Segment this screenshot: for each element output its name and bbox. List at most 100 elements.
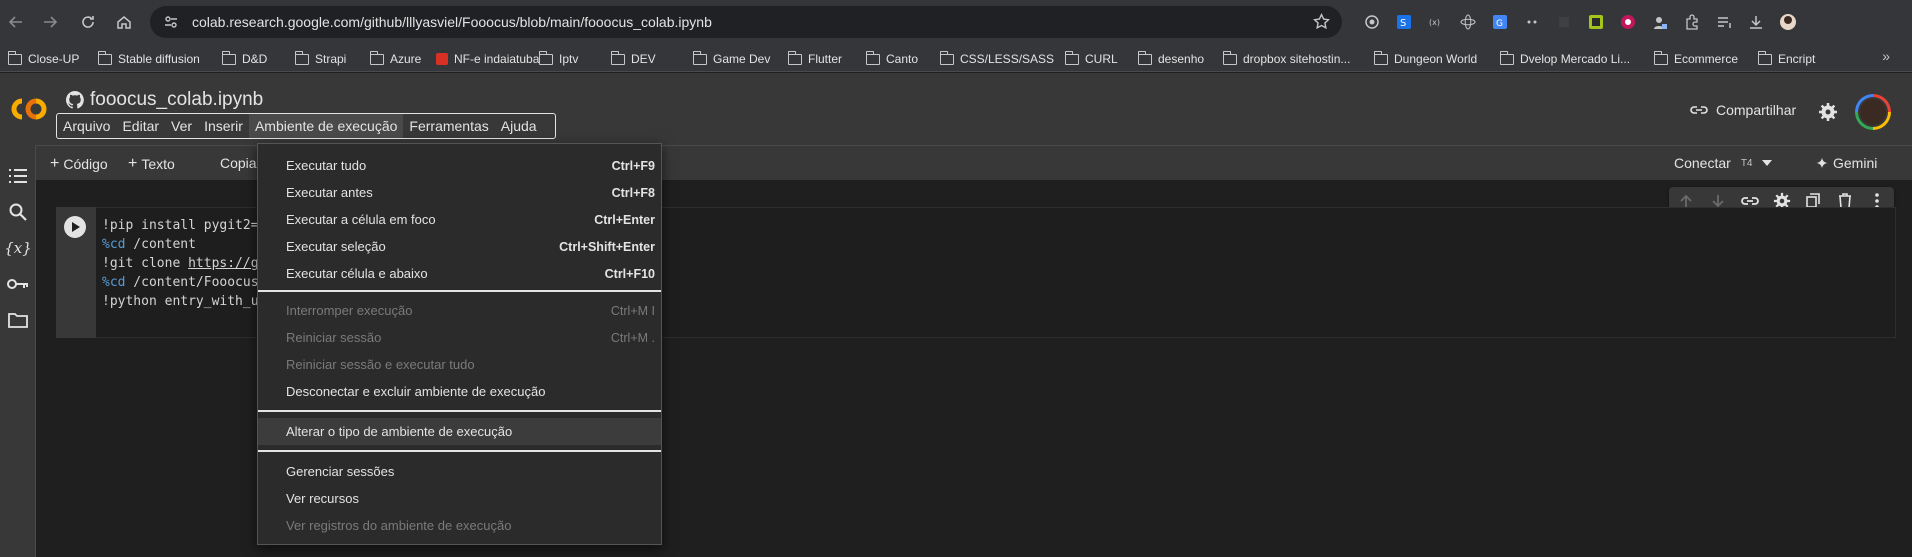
bookmark-item[interactable]: CSS/LESS/SASS xyxy=(939,50,1054,68)
folder-icon xyxy=(865,50,880,65)
menu-item-run-before[interactable]: Executar antes Ctrl+F8 xyxy=(258,179,661,206)
menu-ferramentas[interactable]: Ferramentas xyxy=(403,114,494,138)
files-folder-icon[interactable] xyxy=(4,306,32,334)
github-icon[interactable] xyxy=(66,91,84,109)
search-icon[interactable] xyxy=(4,198,32,226)
menu-item-interrupt: Interromper execução Ctrl+M I xyxy=(286,303,655,318)
colab-logo[interactable] xyxy=(8,95,50,123)
download-icon[interactable] xyxy=(1740,10,1772,34)
menu-bar: Arquivo Editar Ver Inserir Ambiente de e… xyxy=(56,113,556,139)
runtime-type-badge: T4 xyxy=(1740,157,1753,169)
bookmark-item[interactable]: desenho xyxy=(1137,50,1204,68)
menu-item-run-focused-cell[interactable]: Executar a célula em foco Ctrl+Enter xyxy=(258,206,661,233)
extensions-row: S (x) G xyxy=(1356,10,1804,34)
svg-text:S: S xyxy=(1400,18,1406,29)
bookmarks-overflow-icon[interactable]: » xyxy=(1882,48,1890,64)
bookmark-item[interactable]: Azure xyxy=(369,50,421,68)
svg-text:G: G xyxy=(1496,19,1503,29)
run-cell-button[interactable] xyxy=(64,216,86,238)
folder-icon xyxy=(610,50,625,65)
extension-flower-icon[interactable] xyxy=(1612,10,1644,34)
bookmark-item[interactable]: Stable diffusion xyxy=(97,50,200,68)
code-editor[interactable]: !pip install pygit2= %cd /content !git clo… xyxy=(102,216,259,311)
bookmark-item[interactable]: NF-e indaiatuba xyxy=(436,50,539,68)
home-icon[interactable] xyxy=(112,10,136,34)
menu-item-manage-sessions[interactable]: Gerenciar sessões xyxy=(258,458,661,485)
menu-divider xyxy=(258,410,661,412)
code-link[interactable]: https://g xyxy=(188,256,258,271)
extension-green-icon[interactable] xyxy=(1580,10,1612,34)
share-button[interactable]: Compartilhar xyxy=(1690,102,1796,118)
connect-label: Conectar xyxy=(1674,155,1731,171)
extension-target-icon[interactable] xyxy=(1356,10,1388,34)
bookmark-item[interactable]: Dungeon World xyxy=(1373,50,1477,68)
menu-editar[interactable]: Editar xyxy=(116,114,165,138)
bookmark-item[interactable]: Game Dev xyxy=(692,50,770,68)
folder-icon xyxy=(1653,50,1668,65)
menu-arquivo[interactable]: Arquivo xyxy=(57,114,116,138)
site-settings-icon[interactable] xyxy=(162,13,180,31)
copy-to-drive-button[interactable]: Copia xyxy=(220,155,257,171)
extension-s-icon[interactable]: S xyxy=(1388,10,1420,34)
extension-react-icon[interactable] xyxy=(1452,10,1484,34)
bookmark-item[interactable]: Dvelop Mercado Li... xyxy=(1499,50,1630,68)
bookmark-item[interactable]: Strapi xyxy=(294,50,346,68)
add-text-button[interactable]: + Texto xyxy=(128,155,175,173)
bookmark-item[interactable]: CURL xyxy=(1064,50,1118,68)
settings-gear-icon[interactable] xyxy=(1818,102,1838,125)
extension-dots-icon[interactable] xyxy=(1516,10,1548,34)
share-label: Compartilhar xyxy=(1716,102,1797,118)
menu-item-disconnect-and-delete[interactable]: Desconectar e excluir ambiente de execuç… xyxy=(258,378,661,405)
profile-avatar-icon[interactable] xyxy=(1772,10,1804,34)
play-icon xyxy=(72,222,80,232)
reading-list-icon[interactable] xyxy=(1708,10,1740,34)
back-icon[interactable] xyxy=(4,10,28,34)
bookmark-item[interactable]: Ecommerce xyxy=(1653,50,1738,68)
bookmark-item[interactable]: Encript xyxy=(1757,50,1815,68)
folder-icon xyxy=(692,50,707,65)
account-avatar[interactable] xyxy=(1855,94,1891,130)
menu-item-run-cell-and-below[interactable]: Executar célula e abaixo Ctrl+F10 xyxy=(258,260,661,287)
menu-item-run-all[interactable]: Executar tudo Ctrl+F9 xyxy=(258,152,661,179)
bookmark-item[interactable]: Iptv xyxy=(538,50,578,68)
table-of-contents-icon[interactable] xyxy=(4,162,32,190)
secrets-key-icon[interactable] xyxy=(4,270,32,298)
extension-translate-icon[interactable]: G xyxy=(1484,10,1516,34)
extension-user-icon[interactable] xyxy=(1644,10,1676,34)
forward-icon[interactable] xyxy=(38,10,62,34)
menu-item-view-runtime-logs: Ver registros do ambiente de execução xyxy=(286,518,512,533)
folder-icon xyxy=(1373,50,1388,65)
address-bar[interactable]: colab.research.google.com/github/lllyasv… xyxy=(150,6,1342,38)
variables-icon[interactable]: {x} xyxy=(4,234,32,262)
menu-divider xyxy=(258,450,661,452)
menu-ver[interactable]: Ver xyxy=(165,114,198,138)
menu-item-change-runtime-type[interactable]: Alterar o tipo de ambiente de execução xyxy=(258,418,661,445)
notebook-title-row: fooocus_colab.ipynb xyxy=(66,89,263,111)
add-code-button[interactable]: + Código xyxy=(50,155,108,173)
bookmark-item[interactable]: Canto xyxy=(865,50,918,68)
connect-button[interactable]: Conectar T4 xyxy=(1674,155,1773,171)
folder-icon xyxy=(369,50,384,65)
menu-item-view-resources[interactable]: Ver recursos xyxy=(258,485,661,512)
menu-inserir[interactable]: Inserir xyxy=(198,114,249,138)
code-line: !git clone https://g xyxy=(102,256,259,271)
reload-icon[interactable] xyxy=(76,10,100,34)
menu-item-run-selection[interactable]: Executar seleção Ctrl+Shift+Enter xyxy=(258,233,661,260)
extension-variable-icon[interactable]: (x) xyxy=(1420,10,1452,34)
caret-down-icon[interactable] xyxy=(1762,160,1773,166)
bookmark-item[interactable]: DEV xyxy=(610,50,656,68)
extension-hidden-icon[interactable] xyxy=(1548,10,1580,34)
gemini-button[interactable]: Gemini xyxy=(1816,155,1877,171)
notebook-title[interactable]: fooocus_colab.ipynb xyxy=(90,89,263,111)
bookmark-star-icon[interactable] xyxy=(1312,12,1331,33)
menu-ajuda[interactable]: Ajuda xyxy=(495,114,543,138)
bookmark-item[interactable]: D&D xyxy=(221,50,267,68)
bookmark-item[interactable]: Flutter xyxy=(787,50,842,68)
menu-ambiente-de-execucao[interactable]: Ambiente de execução xyxy=(248,114,404,138)
bookmark-item[interactable]: dropbox sitehostin... xyxy=(1222,50,1350,68)
extensions-puzzle-icon[interactable] xyxy=(1676,10,1708,34)
bookmark-item[interactable]: Close-UP xyxy=(7,50,79,68)
plus-icon: + xyxy=(50,155,60,172)
link-icon xyxy=(1690,106,1708,114)
folder-icon xyxy=(294,50,309,65)
